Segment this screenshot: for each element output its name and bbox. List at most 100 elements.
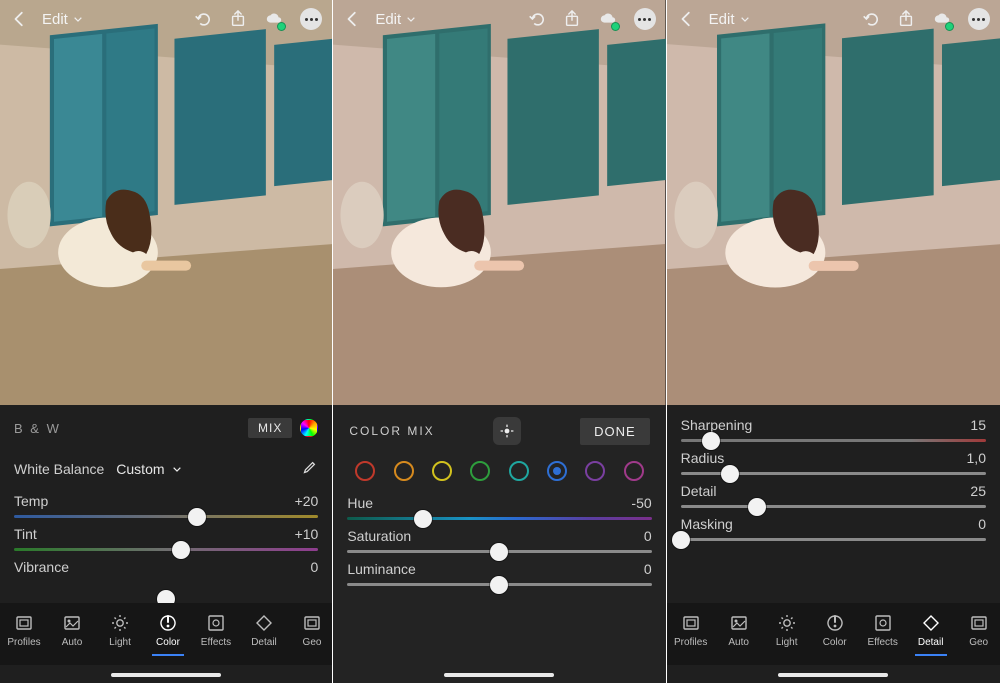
masking-value: 0 <box>978 516 986 532</box>
screen-detail: Edit Sharpening 15 Radiu <box>667 0 1000 683</box>
tint-label: Tint <box>14 526 37 542</box>
more-icon[interactable] <box>300 8 322 30</box>
top-toolbar: Edit <box>0 0 332 38</box>
tool-light[interactable]: Light <box>96 613 144 656</box>
color-mix-panel: COLOR MIX DONE .swatch.sel::after{backgr… <box>333 405 665 683</box>
photo-preview[interactable] <box>667 0 1000 405</box>
vibrance-slider[interactable]: Vibrance 0 <box>0 553 332 593</box>
white-balance-label: White Balance <box>14 461 104 477</box>
tool-color[interactable]: Color <box>811 613 859 656</box>
share-icon[interactable] <box>228 9 248 29</box>
saturation-slider[interactable]: Saturation 0 <box>333 522 665 555</box>
tool-profiles[interactable]: Profiles <box>0 613 48 656</box>
luminance-value: 0 <box>644 561 652 577</box>
more-icon[interactable] <box>968 8 990 30</box>
mode-label: Edit <box>42 11 68 28</box>
cloud-sync-icon[interactable] <box>598 9 618 29</box>
cloud-sync-icon[interactable] <box>264 9 284 29</box>
home-indicator[interactable] <box>778 673 888 677</box>
masking-slider[interactable]: Masking 0 <box>667 510 1000 543</box>
tool-auto[interactable]: Auto <box>48 613 96 656</box>
tool-strip: Profiles Auto Light Color Effects Detail… <box>0 603 332 665</box>
tool-geometry[interactable]: Geo <box>955 613 1000 656</box>
tool-color[interactable]: Color <box>144 613 192 656</box>
swatch-orange[interactable] <box>394 461 414 481</box>
swatch-magenta[interactable] <box>624 461 644 481</box>
tint-value: +10 <box>295 526 319 542</box>
screen-color: Edit B & W MIX White Bala <box>0 0 333 683</box>
tool-auto[interactable]: Auto <box>715 613 763 656</box>
luminance-label: Luminance <box>347 561 416 577</box>
tool-light[interactable]: Light <box>763 613 811 656</box>
detail-panel: Sharpening 15 Radius 1,0 Detail 25 <box>667 405 1000 683</box>
detail-slider[interactable]: Detail 25 <box>667 477 1000 510</box>
tool-geometry[interactable]: Geo <box>288 613 332 656</box>
tool-strip: Profiles Auto Light Color Effects Detail… <box>667 603 1000 665</box>
tool-detail[interactable]: Detail <box>240 613 288 656</box>
sharpening-slider[interactable]: Sharpening 15 <box>667 405 1000 444</box>
tool-profiles[interactable]: Profiles <box>667 613 715 656</box>
cloud-sync-icon[interactable] <box>932 9 952 29</box>
temp-value: +20 <box>295 493 319 509</box>
saturation-label: Saturation <box>347 528 411 544</box>
screen-color-mix: Edit COLOR MIX DONE <box>333 0 666 683</box>
photo-preview[interactable] <box>333 0 665 405</box>
temp-slider[interactable]: Temp +20 <box>0 487 332 520</box>
tool-detail[interactable]: Detail <box>907 613 955 656</box>
target-adjust-icon[interactable] <box>493 417 521 445</box>
color-panel: B & W MIX White Balance Custom <box>0 405 332 683</box>
vibrance-label: Vibrance <box>14 559 69 575</box>
detail-value: 25 <box>970 483 986 499</box>
swatch-blue[interactable]: .swatch.sel::after{background:#2e6fd4} <box>547 461 567 481</box>
top-toolbar: Edit <box>667 0 1000 38</box>
undo-icon[interactable] <box>526 9 546 29</box>
swatch-red[interactable] <box>355 461 375 481</box>
more-icon[interactable] <box>634 8 656 30</box>
masking-label: Masking <box>681 516 733 532</box>
mix-label: MIX <box>248 418 292 438</box>
home-indicator[interactable] <box>444 673 554 677</box>
mode-dropdown[interactable]: Edit <box>375 11 417 28</box>
back-icon[interactable] <box>343 9 363 29</box>
top-toolbar: Edit <box>333 0 665 38</box>
sharpening-value: 15 <box>970 417 986 433</box>
mode-label: Edit <box>375 11 401 28</box>
back-icon[interactable] <box>10 9 30 29</box>
share-icon[interactable] <box>896 9 916 29</box>
mode-label: Edit <box>709 11 735 28</box>
vibrance-value: 0 <box>311 559 319 575</box>
back-icon[interactable] <box>677 9 697 29</box>
tool-effects[interactable]: Effects <box>859 613 907 656</box>
sharpening-label: Sharpening <box>681 417 753 433</box>
swatch-aqua[interactable] <box>509 461 529 481</box>
tint-slider[interactable]: Tint +10 <box>0 520 332 553</box>
color-swatches: .swatch.sel::after{background:#2e6fd4} <box>333 457 665 489</box>
swatch-green[interactable] <box>470 461 490 481</box>
mode-dropdown[interactable]: Edit <box>42 11 84 28</box>
radius-label: Radius <box>681 450 725 466</box>
mix-button[interactable]: MIX <box>248 418 318 438</box>
home-indicator[interactable] <box>111 673 221 677</box>
hue-value: -50 <box>631 495 651 511</box>
temp-label: Temp <box>14 493 48 509</box>
tool-effects[interactable]: Effects <box>192 613 240 656</box>
photo-preview[interactable] <box>0 0 332 405</box>
swatch-yellow[interactable] <box>432 461 452 481</box>
share-icon[interactable] <box>562 9 582 29</box>
saturation-value: 0 <box>644 528 652 544</box>
detail-label: Detail <box>681 483 717 499</box>
radius-slider[interactable]: Radius 1,0 <box>667 444 1000 477</box>
radius-value: 1,0 <box>967 450 986 466</box>
done-button[interactable]: DONE <box>580 418 650 445</box>
color-mix-title: COLOR MIX <box>349 424 434 438</box>
undo-icon[interactable] <box>192 9 212 29</box>
eyedropper-icon[interactable] <box>300 459 318 480</box>
white-balance-dropdown[interactable]: Custom <box>116 461 182 477</box>
undo-icon[interactable] <box>860 9 880 29</box>
mode-dropdown[interactable]: Edit <box>709 11 751 28</box>
color-wheel-icon <box>300 419 318 437</box>
white-balance-value: Custom <box>116 461 164 477</box>
hue-slider[interactable]: Hue -50 <box>333 489 665 522</box>
bw-toggle[interactable]: B & W <box>14 421 61 436</box>
swatch-purple[interactable] <box>585 461 605 481</box>
